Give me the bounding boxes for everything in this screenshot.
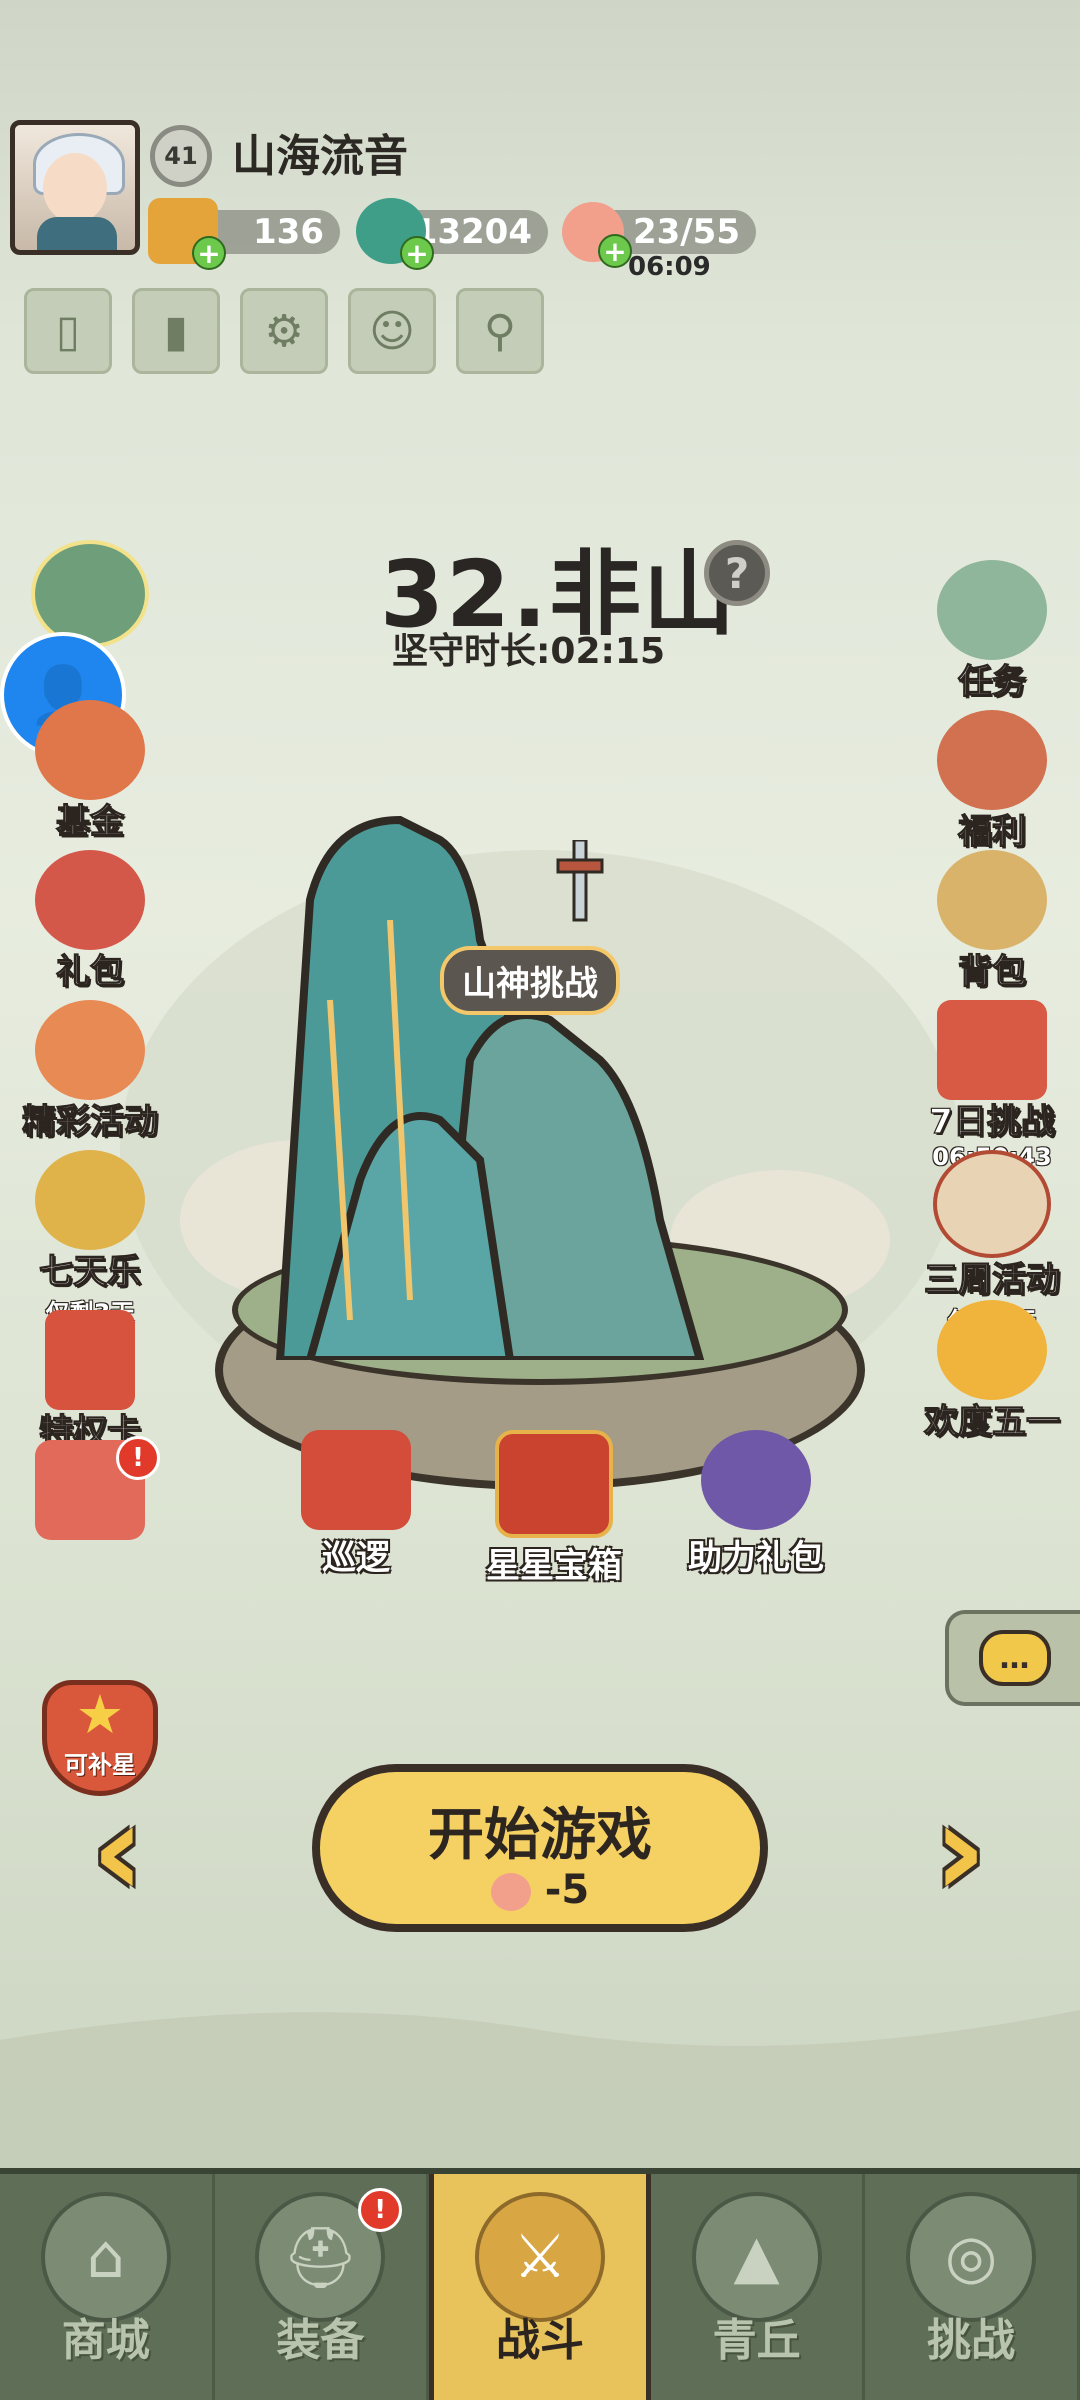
patrol-label: 巡逻 <box>322 1538 390 1578</box>
tab-challenge[interactable]: ◎ 挑战 <box>865 2174 1080 2400</box>
guard-duration: 坚守时长:02:15 <box>392 631 665 672</box>
start-game-label: 开始游戏 <box>428 1803 652 1868</box>
seven-day-button[interactable]: 七天乐 仅剩3天 <box>10 1150 170 1328</box>
jade-dragon-icon[interactable]: + <box>356 198 434 270</box>
gift-box-button[interactable]: ! <box>10 1436 170 1540</box>
drum-icon <box>933 1150 1051 1258</box>
add-ticket-icon[interactable]: + <box>192 236 226 270</box>
treasure-icon <box>31 540 149 648</box>
crossed-swords-icon: ⚔ <box>474 2192 605 2322</box>
gift-bag-icon <box>35 850 145 950</box>
star-chest-icon <box>495 1430 613 1538</box>
stamina-timer: 06:09 <box>628 252 711 282</box>
peach-cost-icon <box>490 1873 531 1911</box>
fund-label: 基金 <box>55 801 124 842</box>
backpack-icon <box>937 850 1047 950</box>
tab-qingqiu[interactable]: ▲ 青丘 <box>651 2174 866 2400</box>
tab-shop[interactable]: ⌂ 商城 <box>0 2174 215 2400</box>
patrol-button[interactable]: 巡逻 <box>256 1430 456 1579</box>
ranking-icon[interactable]: ▮ <box>132 288 220 374</box>
assist-pack-label: 助力礼包 <box>688 1538 824 1578</box>
mountain-icon: ▲ <box>691 2192 822 2322</box>
alert-badge-icon: ! <box>116 1436 160 1480</box>
may-day-label: 欢度五一 <box>923 1401 1060 1442</box>
lantern-icon <box>35 1150 145 1250</box>
tab-challenge-label: 挑战 <box>927 2315 1016 2366</box>
equipment-alert-icon: ! <box>358 2188 403 2232</box>
start-game-button[interactable]: 开始游戏 -5 <box>312 1764 768 1932</box>
task-button[interactable]: 任务 <box>912 560 1072 703</box>
tab-shop-label: 商城 <box>61 2315 150 2366</box>
gift-pack-label: 礼包 <box>55 951 124 992</box>
player-avatar[interactable] <box>10 120 140 255</box>
chat-bubble-icon: … <box>978 1630 1051 1686</box>
events-icon <box>35 1000 145 1100</box>
fund-icon <box>35 700 145 800</box>
friends-icon[interactable]: ☺ <box>348 288 436 374</box>
add-jade-icon[interactable]: + <box>400 236 434 270</box>
seven-day-challenge-button[interactable]: 7日挑战 06:50:43 <box>912 1000 1072 1171</box>
events-label: 精彩活动 <box>21 1101 158 1142</box>
mountain-art <box>275 815 705 1360</box>
add-stamina-icon[interactable]: + <box>598 234 632 268</box>
start-game-cost: -5 <box>320 1867 760 1913</box>
challenge-orb-icon: ◎ <box>906 2192 1037 2322</box>
tab-qingqiu-label: 青丘 <box>712 2315 801 2366</box>
help-icon[interactable]: ? <box>704 540 770 606</box>
stamina-cost: -5 <box>544 1867 590 1913</box>
events-button[interactable]: 精彩活动 <box>10 1000 170 1143</box>
player-name: 山海流音 <box>232 131 408 182</box>
scroll-icon <box>937 560 1047 660</box>
ticket-icon[interactable]: + <box>148 198 226 270</box>
bottom-nav: ⌂ 商城 ⛑ 装备 ! ⚔ 战斗 ▲ 青丘 ◎ 挑战 <box>0 2168 1080 2400</box>
backpack-button[interactable]: 背包 <box>912 850 1072 993</box>
task-label: 任务 <box>957 661 1026 702</box>
assist-pack-bag-icon <box>701 1430 811 1530</box>
gift-pack-button[interactable]: 礼包 <box>10 850 170 993</box>
tab-battle[interactable]: ⚔ 战斗 <box>429 2174 651 2400</box>
privilege-card-icon <box>45 1310 135 1410</box>
tab-equipment[interactable]: ⛑ 装备 ! <box>215 2174 430 2400</box>
fund-button[interactable]: 基金 <box>10 700 170 843</box>
settings-gear-icon[interactable]: ⚙ <box>240 288 328 374</box>
peach-icon[interactable]: + <box>562 202 632 268</box>
welfare-button[interactable]: 福利 <box>912 710 1072 853</box>
may-day-button[interactable]: 欢度五一 <box>912 1300 1072 1443</box>
privilege-card-button[interactable]: 特权卡 <box>10 1310 170 1453</box>
star-chest-label: 星星宝箱 <box>486 1546 622 1586</box>
golden-tree-icon <box>937 1300 1047 1400</box>
welfare-label: 福利 <box>957 811 1026 852</box>
fan-icon[interactable]: ⚲ <box>456 288 544 374</box>
backpack-label: 背包 <box>957 951 1026 992</box>
chat-button[interactable]: … <box>945 1610 1080 1706</box>
left-top-reward[interactable] <box>10 540 170 648</box>
star-chest-button[interactable]: 星星宝箱 <box>454 1430 654 1587</box>
card-tool-icon[interactable]: ▯ <box>24 288 112 374</box>
sword-in-stone-icon[interactable] <box>540 838 620 960</box>
assist-pack-button[interactable]: 助力礼包 <box>656 1430 856 1579</box>
player-level-badge: 41 <box>150 125 212 187</box>
prev-stage-arrow-icon[interactable]: ‹ <box>78 1785 158 1915</box>
welfare-bag-icon <box>937 710 1047 810</box>
mountain-god-challenge-label[interactable]: 山神挑战 <box>440 946 620 1015</box>
seven-day-label: 七天乐 <box>38 1251 141 1292</box>
tab-battle-label: 战斗 <box>495 2315 584 2366</box>
shop-icon: ⌂ <box>40 2192 171 2322</box>
next-stage-arrow-icon[interactable]: › <box>920 1785 1000 1915</box>
challenge-book-icon <box>937 1000 1047 1100</box>
patrol-flag-icon <box>301 1430 411 1530</box>
seven-day-challenge-label: 7日挑战 <box>929 1101 1056 1142</box>
tab-equipment-label: 装备 <box>276 2315 365 2366</box>
star-icon: ★ <box>75 1683 125 1746</box>
three-week-event-label: 三周活动 <box>923 1259 1060 1300</box>
